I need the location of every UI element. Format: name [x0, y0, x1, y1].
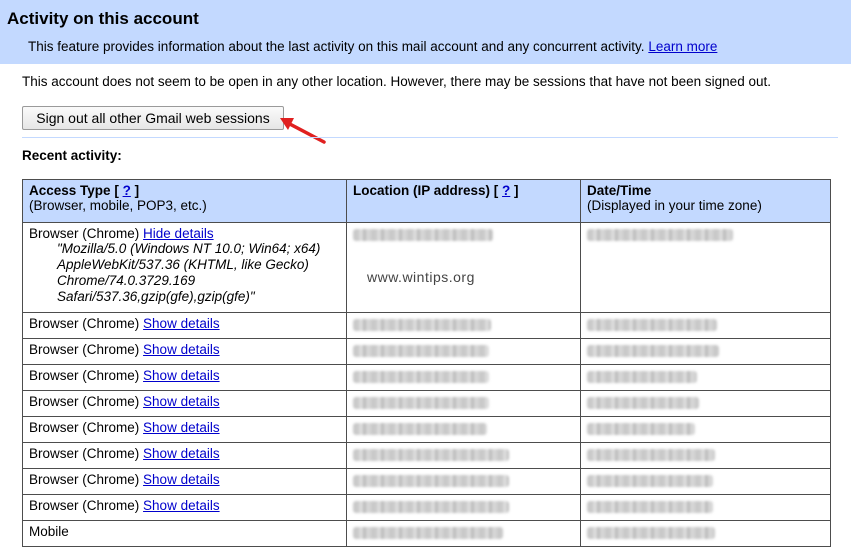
datetime-cell-redacted — [580, 468, 831, 495]
show-details-link[interactable]: Show details — [143, 368, 220, 383]
activity-header: Activity on this account This feature pr… — [0, 0, 851, 64]
access-type-help-link[interactable]: ? — [123, 183, 131, 198]
table-row: Browser (Chrome) Show details — [22, 338, 831, 365]
table-row: Browser (Chrome) Show details — [22, 494, 831, 521]
access-type-cell: Browser (Chrome) Show details — [22, 390, 347, 417]
location-cell-redacted — [346, 416, 581, 443]
datetime-cell-redacted — [580, 338, 831, 365]
table-row: Browser (Chrome) Show details — [22, 312, 831, 339]
access-type-cell: Mobile — [22, 520, 347, 547]
datetime-cell-redacted — [580, 222, 831, 313]
sessions-notice: This account does not seem to be open in… — [22, 74, 771, 89]
access-type-cell: Browser (Chrome) Show details — [22, 442, 347, 469]
location-cell-redacted — [346, 390, 581, 417]
access-type-cell: Browser (Chrome) Show details — [22, 416, 347, 443]
header-description-text: This feature provides information about … — [28, 39, 645, 54]
sign-out-other-sessions-button[interactable]: Sign out all other Gmail web sessions — [22, 106, 284, 130]
section-divider — [22, 137, 838, 138]
table-row: Mobile — [22, 520, 831, 547]
location-cell-redacted — [346, 364, 581, 391]
user-agent-details: "Mozilla/5.0 (Windows NT 10.0; Win64; x6… — [57, 241, 321, 304]
access-type-subtitle: (Browser, mobile, POP3, etc.) — [29, 198, 207, 213]
recent-activity-heading: Recent activity: — [22, 148, 122, 163]
activity-table: Access Type [ ? ] (Browser, mobile, POP3… — [22, 179, 831, 547]
location-cell-redacted — [346, 312, 581, 339]
datetime-cell-redacted — [580, 416, 831, 443]
access-type-cell: Browser (Chrome) Show details — [22, 364, 347, 391]
datetime-cell-redacted — [580, 364, 831, 391]
location-cell-redacted — [346, 338, 581, 365]
show-details-link[interactable]: Show details — [143, 446, 220, 461]
red-arrow-icon — [280, 118, 326, 144]
datetime-cell-redacted — [580, 442, 831, 469]
access-type-cell: Browser (Chrome) Show details — [22, 494, 347, 521]
access-type-cell: Browser (Chrome) Show details — [22, 338, 347, 365]
datetime-cell-redacted — [580, 494, 831, 521]
location-cell-redacted — [346, 442, 581, 469]
access-type-cell: Browser (Chrome) Show details — [22, 312, 347, 339]
show-details-link[interactable]: Show details — [143, 342, 220, 357]
show-details-link[interactable]: Show details — [143, 394, 220, 409]
header-description: This feature provides information about … — [28, 39, 717, 54]
show-details-link[interactable]: Show details — [143, 420, 220, 435]
show-details-link[interactable]: Show details — [143, 472, 220, 487]
table-row: Browser (Chrome) Show details — [22, 416, 831, 443]
location-cell-redacted — [346, 468, 581, 495]
column-header-access-type: Access Type [ ? ] (Browser, mobile, POP3… — [22, 179, 347, 223]
hide-details-link[interactable]: Hide details — [143, 226, 214, 241]
show-details-link[interactable]: Show details — [143, 316, 220, 331]
watermark-text: www.wintips.org — [367, 269, 475, 285]
location-cell-redacted — [346, 520, 581, 547]
datetime-cell-redacted — [580, 390, 831, 417]
table-row: Browser (Chrome) Show details — [22, 442, 831, 469]
column-header-location: Location (IP address) [ ? ] — [346, 179, 581, 223]
access-type-cell: Browser (Chrome) Hide details "Mozilla/5… — [22, 222, 347, 313]
table-row: Browser (Chrome) Hide details "Mozilla/5… — [22, 222, 831, 313]
show-details-link[interactable]: Show details — [143, 498, 220, 513]
datetime-cell-redacted — [580, 520, 831, 547]
page-title: Activity on this account — [7, 9, 199, 28]
table-row: Browser (Chrome) Show details — [22, 364, 831, 391]
learn-more-link[interactable]: Learn more — [648, 39, 717, 54]
location-cell-redacted — [346, 494, 581, 521]
table-header-row: Access Type [ ? ] (Browser, mobile, POP3… — [22, 179, 831, 223]
date-time-subtitle: (Displayed in your time zone) — [587, 198, 762, 213]
datetime-cell-redacted — [580, 312, 831, 339]
table-row: Browser (Chrome) Show details — [22, 468, 831, 495]
access-type-cell: Browser (Chrome) Show details — [22, 468, 347, 495]
table-row: Browser (Chrome) Show details — [22, 390, 831, 417]
column-header-date-time: Date/Time (Displayed in your time zone) — [580, 179, 831, 223]
location-cell-redacted — [346, 222, 581, 313]
